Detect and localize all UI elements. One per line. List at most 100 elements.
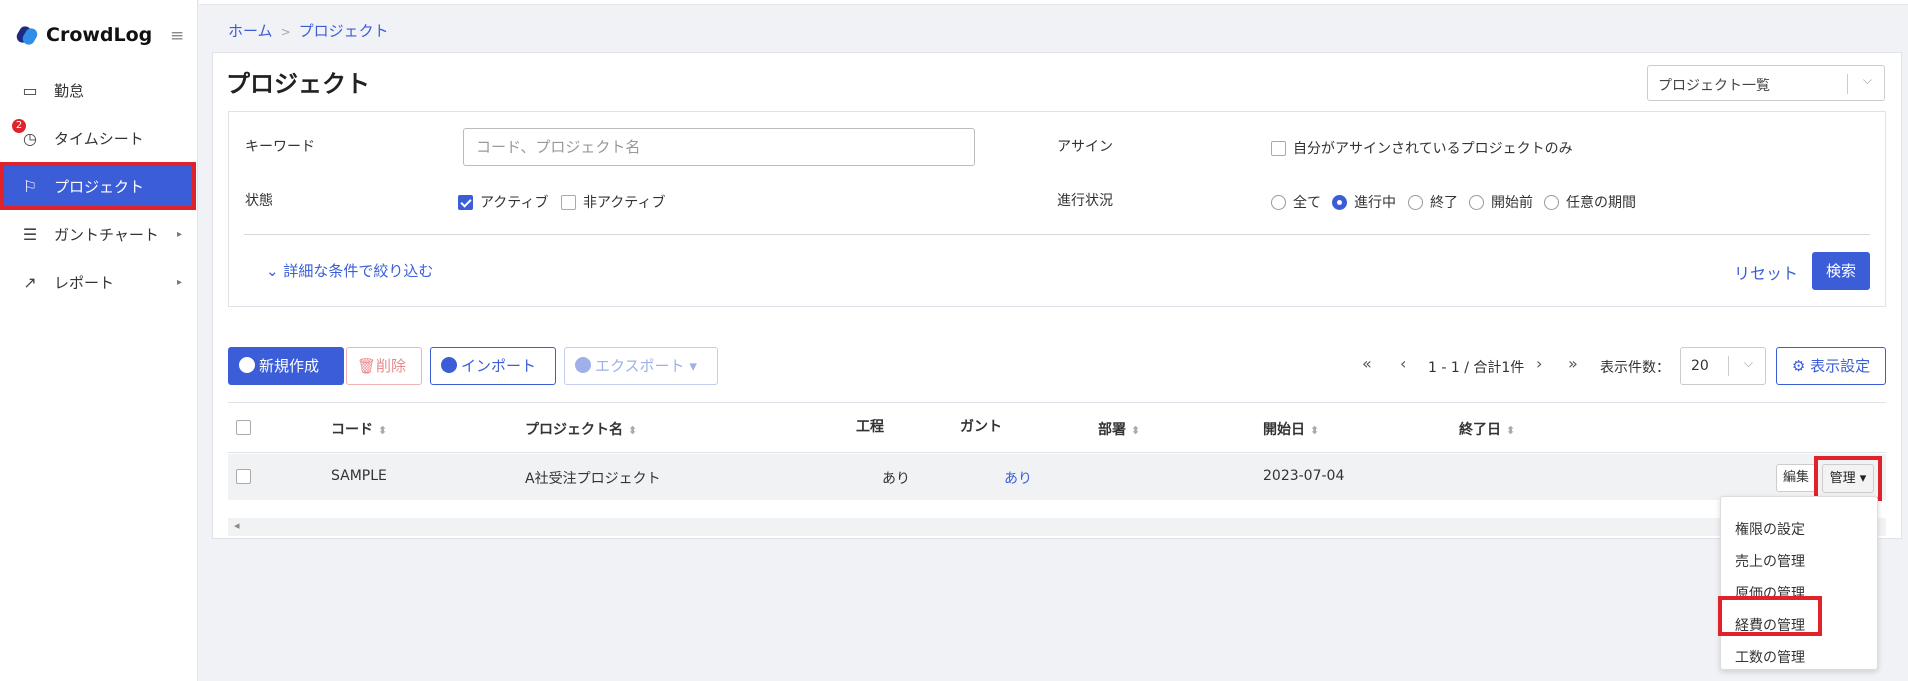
sidebar-item-project[interactable]: ⚐ プロジェクト — [0, 162, 196, 210]
cell-start-date: 2023-07-04 — [1263, 468, 1345, 484]
cell-name[interactable]: A社受注プロジェクト — [525, 468, 661, 488]
menu-item-workhours[interactable]: 工数の管理 — [1735, 647, 1805, 667]
reset-link[interactable]: リセット — [1734, 260, 1798, 284]
cell-code: SAMPLE — [331, 468, 387, 484]
scroll-left-icon[interactable]: ◂ — [234, 519, 240, 532]
new-project-button[interactable]: 新規作成 — [228, 347, 344, 385]
cell-process: あり — [882, 471, 910, 487]
chevron-down-icon: ⌵ — [1743, 356, 1753, 370]
delete-button[interactable]: 🗑削除 — [346, 347, 422, 385]
sidebar-item-gantt[interactable]: ☰ ガントチャート ▸ — [0, 210, 196, 258]
plus-circle-icon — [239, 357, 255, 373]
radio-selected[interactable] — [1332, 194, 1347, 210]
row-checkbox[interactable] — [236, 469, 251, 484]
cell-gantt-link[interactable]: あり — [1004, 468, 1032, 488]
view-select-value: プロジェクト一覧 — [1658, 78, 1770, 94]
breadcrumb: ホーム > プロジェクト — [228, 20, 389, 41]
topbar — [199, 0, 1908, 5]
radio[interactable] — [1271, 194, 1286, 210]
next-page-icon[interactable]: › — [1536, 354, 1542, 373]
column-header-end[interactable]: 終了日 ⬍ — [1459, 419, 1515, 439]
progress-radio-finished[interactable]: 終了 — [1408, 192, 1458, 212]
edit-button[interactable]: 編集 — [1776, 464, 1816, 492]
assign-label: アサイン — [1057, 139, 1113, 155]
progress-radio-custom-period[interactable]: 任意の期間 — [1544, 192, 1636, 212]
menu-item-sales[interactable]: 売上の管理 — [1735, 551, 1805, 571]
page-size-value: 20 — [1691, 358, 1709, 374]
checkbox[interactable] — [561, 194, 576, 210]
select-all-checkbox[interactable] — [236, 420, 251, 435]
status-label: 状態 — [245, 193, 273, 209]
sidebar-item-label: タイムシート — [54, 129, 144, 148]
checkbox[interactable] — [1271, 140, 1286, 156]
import-button[interactable]: インポート — [430, 347, 556, 385]
pagination-summary: 1 - 1 / 合計1件 — [1428, 360, 1525, 376]
radio[interactable] — [1469, 194, 1484, 210]
progress-radio-not-started[interactable]: 開始前 — [1469, 192, 1533, 212]
sidebar-item-report[interactable]: ↗ レポート ▸ — [0, 258, 196, 306]
notification-badge: 2 — [12, 118, 26, 133]
keyword-label: キーワード — [245, 139, 315, 155]
radio[interactable] — [1544, 194, 1559, 210]
trend-icon: ↗ — [23, 272, 37, 292]
manage-button[interactable]: 管理 ▾ — [1822, 464, 1874, 493]
download-circle-icon — [575, 357, 591, 373]
delete-label: 削除 — [376, 357, 407, 375]
checkbox-checked[interactable] — [458, 194, 473, 210]
table-row[interactable]: SAMPLE A社受注プロジェクト あり あり 2023-07-04 — [228, 454, 1886, 500]
calendar-icon: ▭ — [22, 80, 38, 100]
export-label: エクスポート — [595, 357, 685, 375]
status-inactive-label: 非アクティブ — [583, 195, 666, 211]
sidebar-item-label: ガントチャート — [54, 225, 159, 244]
first-page-icon[interactable]: « — [1362, 354, 1372, 373]
sidebar-item-label: レポート — [54, 273, 115, 292]
progress-radio-in-progress[interactable]: 進行中 — [1332, 192, 1396, 212]
status-inactive-checkbox[interactable]: 非アクティブ — [561, 192, 665, 212]
advanced-filter-label: 詳細な条件で絞り込む — [283, 262, 434, 280]
column-header-dept[interactable]: 部署 ⬍ — [1098, 419, 1140, 439]
sort-icon: ⬍ — [1310, 424, 1320, 437]
column-header-start[interactable]: 開始日 ⬍ — [1263, 419, 1319, 439]
menu-toggle-icon[interactable]: ≡ — [170, 26, 184, 46]
advanced-filter-link[interactable]: ⌄ 詳細な条件で絞り込む — [266, 260, 433, 281]
chevron-right-icon: ▸ — [176, 228, 182, 240]
sort-icon: ⬍ — [628, 424, 638, 437]
progress-radio-all[interactable]: 全て — [1271, 192, 1321, 212]
keyword-input[interactable]: コード、プロジェクト名 — [463, 128, 975, 166]
display-settings-button[interactable]: ⚙ 表示設定 — [1776, 347, 1886, 385]
divider — [244, 234, 1870, 235]
status-active-checkbox[interactable]: アクティブ — [458, 192, 548, 212]
column-header-name[interactable]: プロジェクト名 ⬍ — [525, 419, 637, 439]
prev-page-icon[interactable]: ‹ — [1400, 354, 1406, 373]
breadcrumb-home[interactable]: ホーム — [228, 22, 273, 40]
display-settings-label: 表示設定 — [1810, 357, 1871, 375]
expenses-highlight — [1718, 596, 1822, 636]
assign-option-label: 自分がアサインされているプロジェクトのみ — [1293, 141, 1573, 157]
import-label: インポート — [461, 357, 537, 375]
app-logo[interactable]: CrowdLog — [14, 24, 152, 47]
assign-only-mine-checkbox[interactable]: 自分がアサインされているプロジェクトのみ — [1271, 138, 1573, 158]
new-label: 新規作成 — [259, 357, 320, 375]
radio-label: 任意の期間 — [1566, 195, 1636, 211]
sidebar-item-timesheet[interactable]: ◷ 2 タイムシート — [0, 114, 196, 162]
gear-icon: ⚙ — [1791, 357, 1806, 375]
manage-dropdown-menu: 権限の設定 売上の管理 原価の管理 経費の管理 工数の管理 — [1720, 496, 1878, 670]
radio[interactable] — [1408, 194, 1423, 210]
sidebar-item-label: 勤怠 — [54, 81, 85, 100]
menu-item-permissions[interactable]: 権限の設定 — [1735, 519, 1805, 539]
sort-icon: ⬍ — [1131, 424, 1141, 437]
manage-highlight: 管理 ▾ — [1814, 456, 1882, 501]
search-button[interactable]: 検索 — [1812, 252, 1870, 290]
status-active-label: アクティブ — [480, 195, 549, 211]
view-select[interactable]: プロジェクト一覧 ⌵ — [1647, 65, 1885, 101]
chevron-down-icon: ⌵ — [1862, 73, 1872, 87]
breadcrumb-current[interactable]: プロジェクト — [299, 22, 389, 40]
horizontal-scrollbar[interactable]: ◂ — [228, 518, 1886, 536]
page-size-select[interactable]: 20 ⌵ — [1680, 347, 1766, 385]
radio-label: 進行中 — [1354, 195, 1396, 211]
sidebar-item-attendance[interactable]: ▭ 勤怠 — [0, 66, 196, 114]
export-button[interactable]: エクスポート ▾ — [564, 347, 718, 385]
last-page-icon[interactable]: » — [1568, 354, 1578, 373]
upload-circle-icon — [441, 357, 457, 373]
column-header-code[interactable]: コード ⬍ — [331, 419, 387, 439]
